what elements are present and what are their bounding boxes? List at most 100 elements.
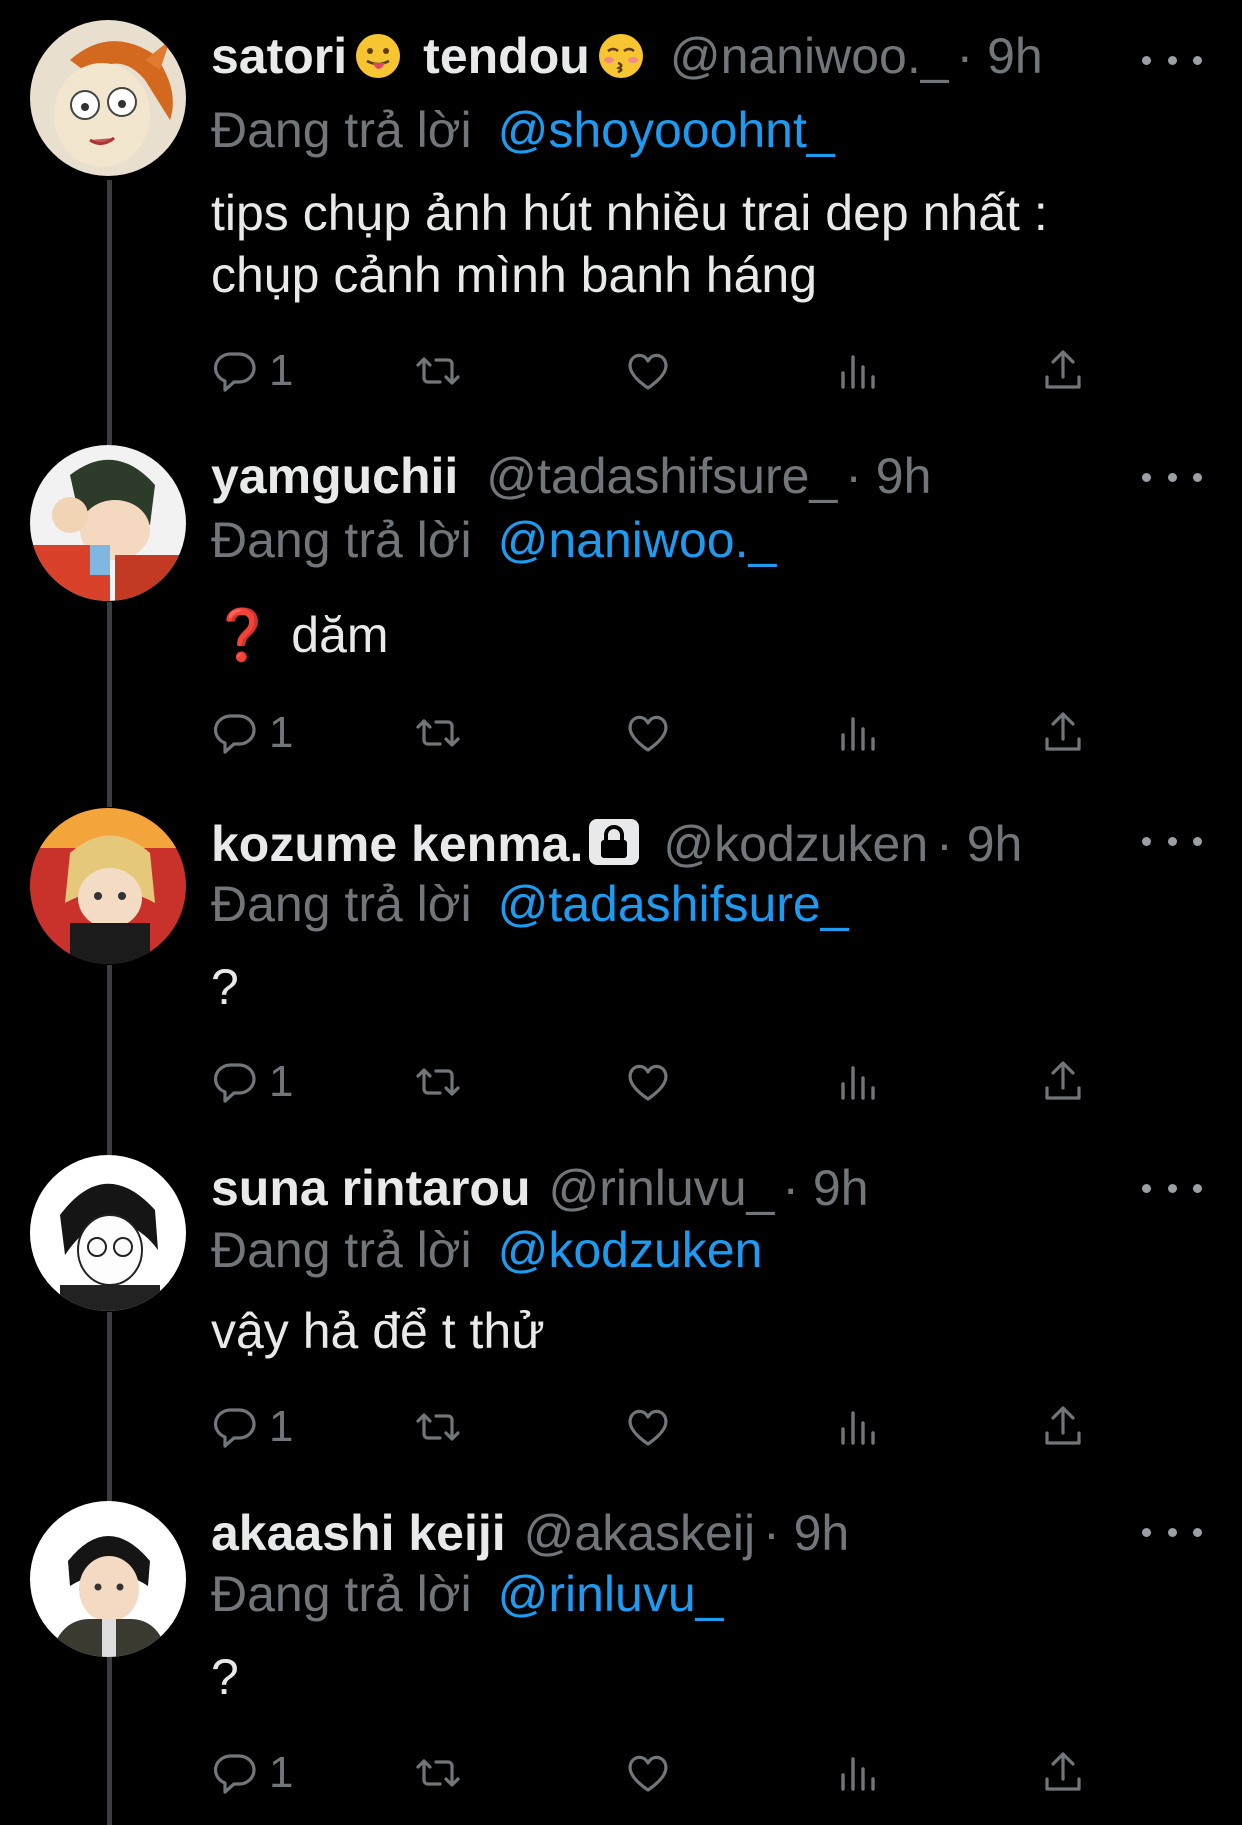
share-icon [1045,350,1081,389]
more-options-icon[interactable] [1142,1517,1202,1547]
retweet-button[interactable] [414,1400,462,1454]
reply-count: 1 [269,1057,294,1106]
tweet-text: vậy hả để t thử [211,1300,1191,1362]
avatar[interactable] [30,1155,186,1311]
reply-label: Đang trả lời [211,1222,472,1278]
display-name[interactable]: yamguchii [211,448,458,504]
like-button[interactable] [624,1400,672,1454]
action-bar: 1 [211,344,1091,398]
retweet-icon [416,1068,460,1096]
timestamp[interactable]: · 9h [936,816,1022,872]
retweet-button[interactable] [414,706,462,760]
views-icon [841,1066,875,1100]
tweet-text-line: tips chụp ảnh hút nhiều trai dep nhất : [211,185,1048,241]
handle[interactable]: @tadashifsure_ [486,448,837,504]
reply-button[interactable]: 1 [211,1055,293,1109]
tweet-text: ❓ dăm [211,604,1191,666]
more-options-icon[interactable] [1142,462,1202,492]
share-icon [1045,1061,1081,1100]
heart-icon [628,715,668,752]
heart-icon [628,1409,668,1446]
share-icon [1045,1752,1081,1791]
heart-icon [628,1755,668,1792]
like-button[interactable] [624,1746,672,1800]
more-options-icon[interactable] [1142,826,1202,856]
thread-connector [107,965,112,1155]
display-name[interactable]: kozume kenma. [211,816,583,872]
views-button[interactable] [833,344,881,398]
timestamp[interactable]: · 9h [763,1505,849,1561]
retweet-icon [416,719,460,747]
reply-label: Đang trả lời [211,876,472,932]
tweet-text-line: chụp cảnh mình banh háng [211,247,818,303]
views-icon [841,1757,875,1791]
views-button[interactable] [833,706,881,760]
more-options-icon[interactable] [1142,1173,1202,1203]
retweet-button[interactable] [414,344,462,398]
handle[interactable]: @rinluvu_ [548,1160,774,1216]
share-button[interactable] [1039,706,1087,760]
display-name[interactable]: satori [211,28,347,84]
views-button[interactable] [833,1400,881,1454]
reply-button[interactable]: 1 [211,706,293,760]
share-button[interactable] [1039,1400,1087,1454]
more-options-icon[interactable] [1142,45,1202,75]
tweet-header: satori tendou @naniwoo._ · 9h [211,26,1043,86]
avatar[interactable] [30,1501,186,1657]
share-icon [1045,1406,1081,1445]
tweet-text-content: vậy hả để t thử [211,1303,545,1359]
avatar[interactable] [30,445,186,601]
share-button[interactable] [1039,1055,1087,1109]
tongue-out-face-icon [355,32,401,78]
display-name[interactable]: tendou [423,28,590,84]
like-button[interactable] [624,344,672,398]
share-button[interactable] [1039,344,1087,398]
tweet-header: yamguchii @tadashifsure_ · 9h [211,446,931,506]
like-button[interactable] [624,1055,672,1109]
reply-context: Đang trả lời @naniwoo._ [211,510,776,570]
reply-count: 1 [269,346,294,395]
reply-button[interactable]: 1 [211,1400,293,1454]
mention-link[interactable]: @shoyooohnt_ [498,102,835,158]
retweet-button[interactable] [414,1746,462,1800]
retweet-icon [416,357,460,385]
reply-label: Đang trả lời [211,102,472,158]
reply-button[interactable]: 1 [211,344,293,398]
mention-link[interactable]: @kodzuken [498,1222,763,1278]
timestamp[interactable]: · 9h [957,28,1043,84]
mention-link[interactable]: @naniwoo._ [498,512,777,568]
reply-button[interactable]: 1 [211,1746,293,1800]
mention-link[interactable]: @rinluvu_ [498,1566,724,1622]
views-icon [841,717,875,751]
handle[interactable]: @naniwoo._ [670,28,949,84]
tweet-header: suna rintarou @rinluvu_ · 9h [211,1158,869,1218]
avatar[interactable] [30,20,186,176]
share-button[interactable] [1039,1746,1087,1800]
views-button[interactable] [833,1055,881,1109]
retweet-button[interactable] [414,1055,462,1109]
views-icon [841,355,875,389]
reply-icon [214,352,256,392]
avatar[interactable] [30,808,186,964]
mention-link[interactable]: @tadashifsure_ [498,876,849,932]
heart-icon [628,353,668,390]
heart-icon [628,1064,668,1101]
tweet-header: kozume kenma. @kodzuken · 9h [211,814,1022,874]
action-bar: 1 [211,1400,1091,1454]
thread-connector [107,602,112,807]
views-button[interactable] [833,1746,881,1800]
reply-icon [214,1408,256,1448]
display-name[interactable]: suna rintarou [211,1160,530,1216]
thread-connector [107,180,112,445]
timestamp[interactable]: · 9h [845,448,931,504]
action-bar: 1 [211,1055,1091,1109]
handle[interactable]: @kodzuken [663,816,928,872]
like-button[interactable] [624,706,672,760]
handle[interactable]: @akaskeij [524,1505,755,1561]
display-name[interactable]: akaashi keiji [211,1505,506,1561]
timestamp[interactable]: · 9h [782,1160,868,1216]
thread-connector [107,1312,112,1502]
tweet-text-content: ? [211,1649,239,1705]
lock-icon [587,817,641,867]
tweet-text: ? [211,1646,1191,1708]
